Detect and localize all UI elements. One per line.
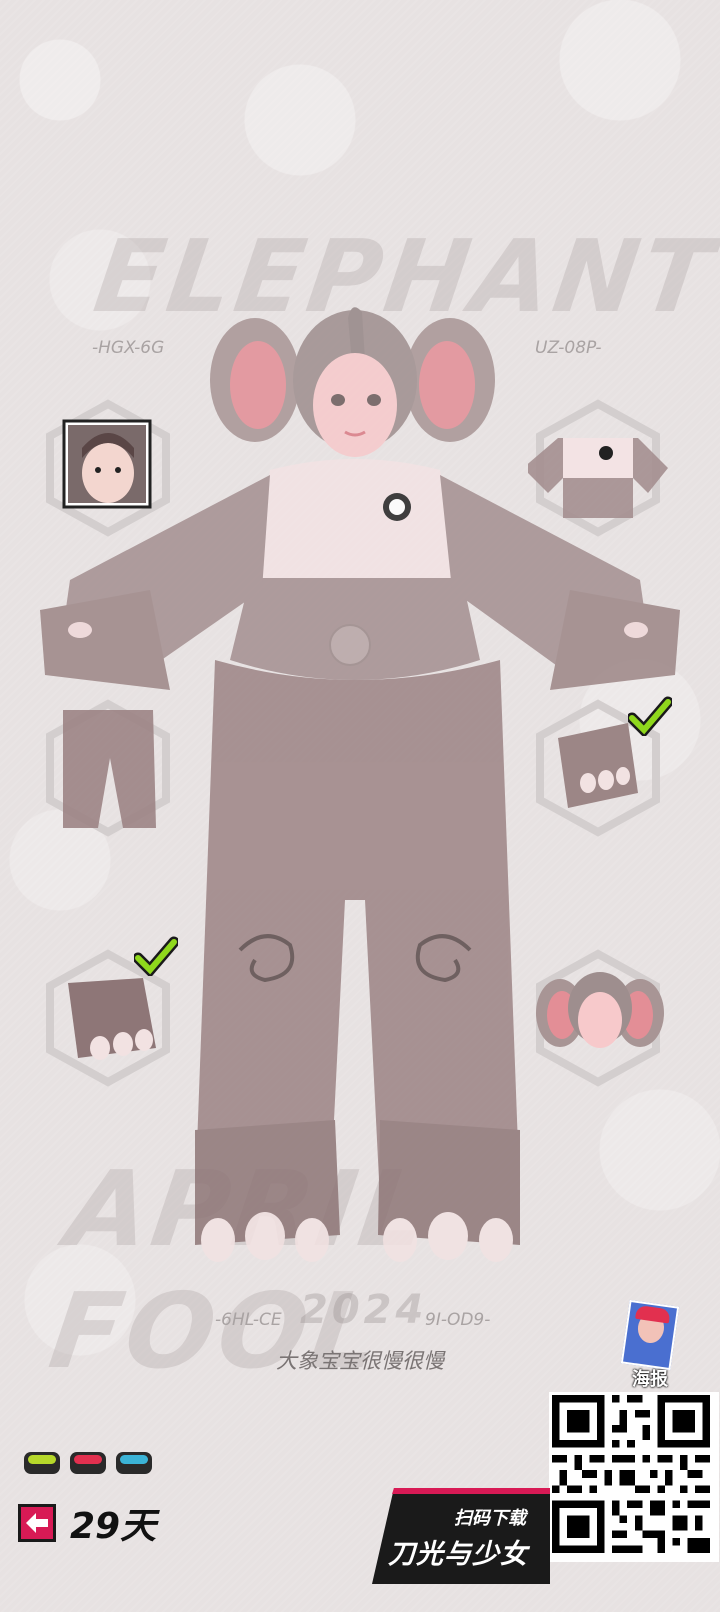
days-left-label: 29天: [70, 1506, 157, 1547]
pants-icon: [46, 699, 170, 837]
slot-shoes[interactable]: [38, 936, 178, 1088]
slot-face[interactable]: [38, 398, 178, 538]
promo-line1: 扫码下载: [454, 1508, 526, 1529]
download-promo-banner[interactable]: 扫码下载 刀光与少女: [372, 1488, 550, 1584]
arrow-left-icon: [26, 1513, 48, 1533]
promo-line2: 刀光与少女: [388, 1539, 528, 1570]
back-button[interactable]: [18, 1504, 56, 1542]
qr-code: [549, 1392, 719, 1562]
slot-hat[interactable]: [528, 948, 668, 1088]
shirt-icon: [523, 399, 668, 537]
indicator-blue: [116, 1452, 152, 1474]
check-icon: [628, 696, 672, 736]
qr-pattern: [552, 1395, 710, 1553]
check-icon: [134, 936, 178, 976]
slot-pants[interactable]: [38, 698, 178, 838]
slot-top[interactable]: [523, 398, 668, 538]
poster-button[interactable]: 海报: [614, 1299, 686, 1391]
poster-label: 海报: [632, 1369, 668, 1390]
hexagon-frame-icon: [46, 399, 170, 537]
poster-thumbnail: [620, 1299, 680, 1371]
outfit-caption: 大象宝宝很慢很慢: [276, 1349, 444, 1373]
days-remaining: 29天: [18, 1497, 156, 1549]
elephant-hood-icon: [536, 949, 664, 1087]
indicator-red: [70, 1452, 106, 1474]
slot-gloves[interactable]: [528, 696, 672, 838]
indicator-green: [24, 1452, 60, 1474]
indicator-pills: [24, 1452, 152, 1474]
